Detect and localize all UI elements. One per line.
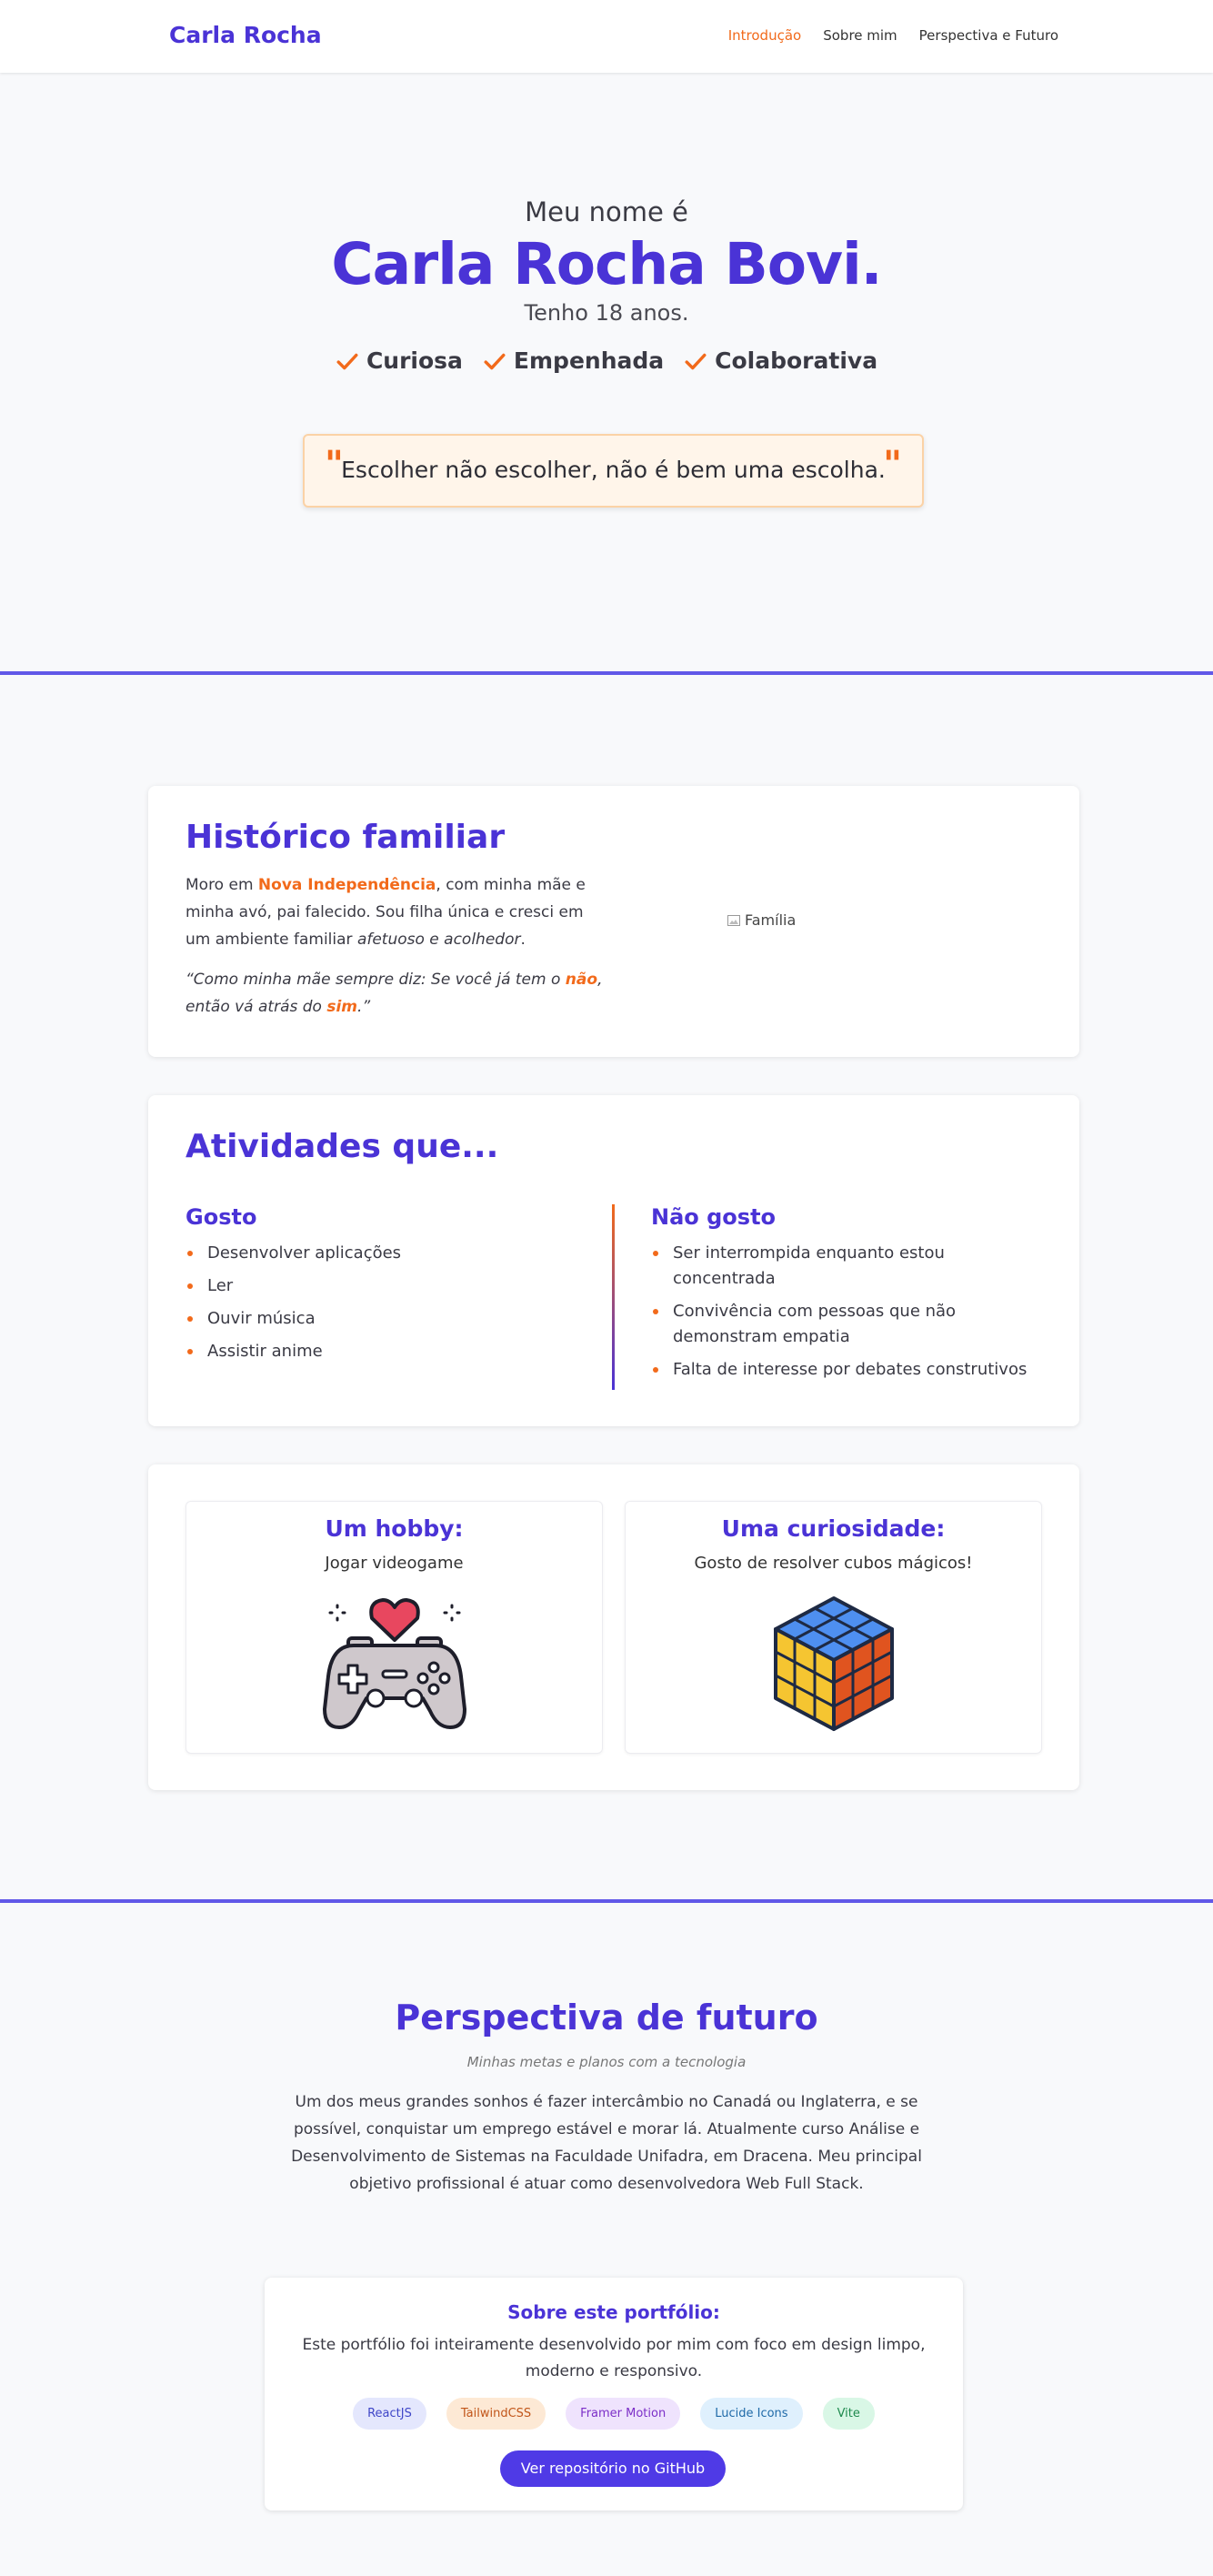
trait-label: Empenhada: [513, 347, 665, 374]
curiosity-text: Gosto de resolver cubos mágicos!: [694, 1554, 973, 1573]
hero-name: Carla Rocha Bovi.: [331, 231, 882, 297]
hobby-title: Um hobby:: [325, 1515, 464, 1542]
dislikes-title: Não gosto: [651, 1204, 777, 1230]
activities-title: Atividades que...: [185, 1128, 499, 1165]
hero-age: Tenho 18 anos.: [524, 300, 689, 326]
list-item: Desenvolver aplicações: [185, 1241, 567, 1266]
section-divider: [0, 1899, 1213, 1903]
list-item: Ler: [185, 1273, 567, 1299]
family-image: Família: [727, 911, 796, 929]
tag-reactjs: ReactJS: [353, 2398, 426, 2430]
gamepad-heart-icon: [322, 1598, 466, 1729]
trait-label: Colaborativa: [715, 347, 878, 374]
trait-item: Empenhada: [483, 347, 664, 374]
brand-logo[interactable]: Carla Rocha: [169, 22, 322, 48]
trait-label: Curiosa: [366, 347, 463, 374]
hobby-text: Jogar videogame: [325, 1554, 464, 1573]
nav-links: Introdução Sobre mim Perspectiva e Futur…: [728, 27, 1058, 44]
activities-card: Atividades que... Gosto Desenvolver apli…: [148, 1095, 1079, 1426]
about-portfolio-card: Sobre este portfólio: Este portfólio foi…: [265, 2278, 963, 2511]
hobby-curiosity-card: Um hobby: Jogar videogame Uma curiosidad…: [148, 1464, 1079, 1790]
curiosity-title: Uma curiosidade:: [721, 1515, 946, 1542]
hero-quote-text: Escolher não escolher, não é bem uma esc…: [341, 457, 886, 483]
tag-lucide-icons: Lucide Icons: [700, 2398, 803, 2430]
future-title: Perspectiva de futuro: [395, 1997, 818, 2038]
tag-framer-motion: Framer Motion: [566, 2398, 681, 2430]
family-paragraph: Moro em Nova Independência, com minha mã…: [185, 876, 586, 949]
github-repo-button[interactable]: Ver repositório no GitHub: [500, 2450, 726, 2487]
list-item: Ser interrompida enquanto estou concentr…: [651, 1241, 1051, 1292]
nav-link-sobre-mim[interactable]: Sobre mim: [823, 27, 897, 44]
list-item: Ouvir música: [185, 1306, 567, 1332]
tech-tags: ReactJS TailwindCSS Framer Motion Lucide…: [265, 2398, 963, 2430]
trait-item: Curiosa: [336, 347, 463, 374]
future-subtitle: Minhas metas e planos com a tecnologia: [466, 2054, 747, 2070]
future-text: Um dos meus grandes sonhos é fazer inter…: [291, 2093, 922, 2193]
top-navbar: Carla Rocha Introdução Sobre mim Perspec…: [0, 0, 1213, 73]
traits-list: Curiosa Empenhada Colaborativa: [0, 347, 1213, 374]
nav-link-perspectiva[interactable]: Perspectiva e Futuro: [919, 27, 1058, 44]
section-divider: [0, 671, 1213, 675]
family-image-alt: Família: [745, 911, 797, 929]
hobby-card: Um hobby: Jogar videogame: [185, 1501, 603, 1754]
check-icon: [685, 353, 707, 369]
list-item: Convivência com pessoas que não demonstr…: [651, 1299, 1051, 1350]
hero-intro: Meu nome é: [525, 196, 688, 227]
curiosity-card: Uma curiosidade: Gosto de resolver cubos…: [625, 1501, 1042, 1754]
family-quote: “Como minha mãe sempre diz: Se você já t…: [185, 971, 603, 1016]
dislikes-list: Ser interrompida enquanto estou concentr…: [651, 1241, 1051, 1383]
broken-image-icon: [727, 914, 740, 926]
likes-title: Gosto: [185, 1204, 257, 1230]
quote-close-icon: ": [883, 444, 902, 486]
tag-vite: Vite: [822, 2398, 875, 2430]
trait-item: Colaborativa: [684, 347, 877, 374]
nav-link-introducao[interactable]: Introdução: [728, 27, 801, 44]
about-text: Este portfólio foi inteiramente desenvol…: [302, 2336, 926, 2380]
column-divider: [612, 1204, 615, 1390]
family-card: Histórico familiar Moro em Nova Independ…: [148, 786, 1079, 1057]
city-highlight: Nova Independência: [257, 876, 436, 894]
tag-tailwindcss: TailwindCSS: [446, 2398, 546, 2430]
about-title: Sobre este portfólio:: [507, 2301, 720, 2323]
rubiks-cube-icon: [773, 1596, 894, 1731]
check-icon: [336, 353, 358, 369]
list-item: Assistir anime: [185, 1339, 567, 1364]
likes-list: Desenvolver aplicações Ler Ouvir música …: [185, 1241, 567, 1364]
family-title: Histórico familiar: [185, 819, 506, 856]
check-icon: [484, 353, 506, 369]
list-item: Falta de interesse por debates construti…: [651, 1357, 1051, 1383]
hero-quote-box: " Escolher não escolher, não é bem uma e…: [303, 434, 924, 508]
